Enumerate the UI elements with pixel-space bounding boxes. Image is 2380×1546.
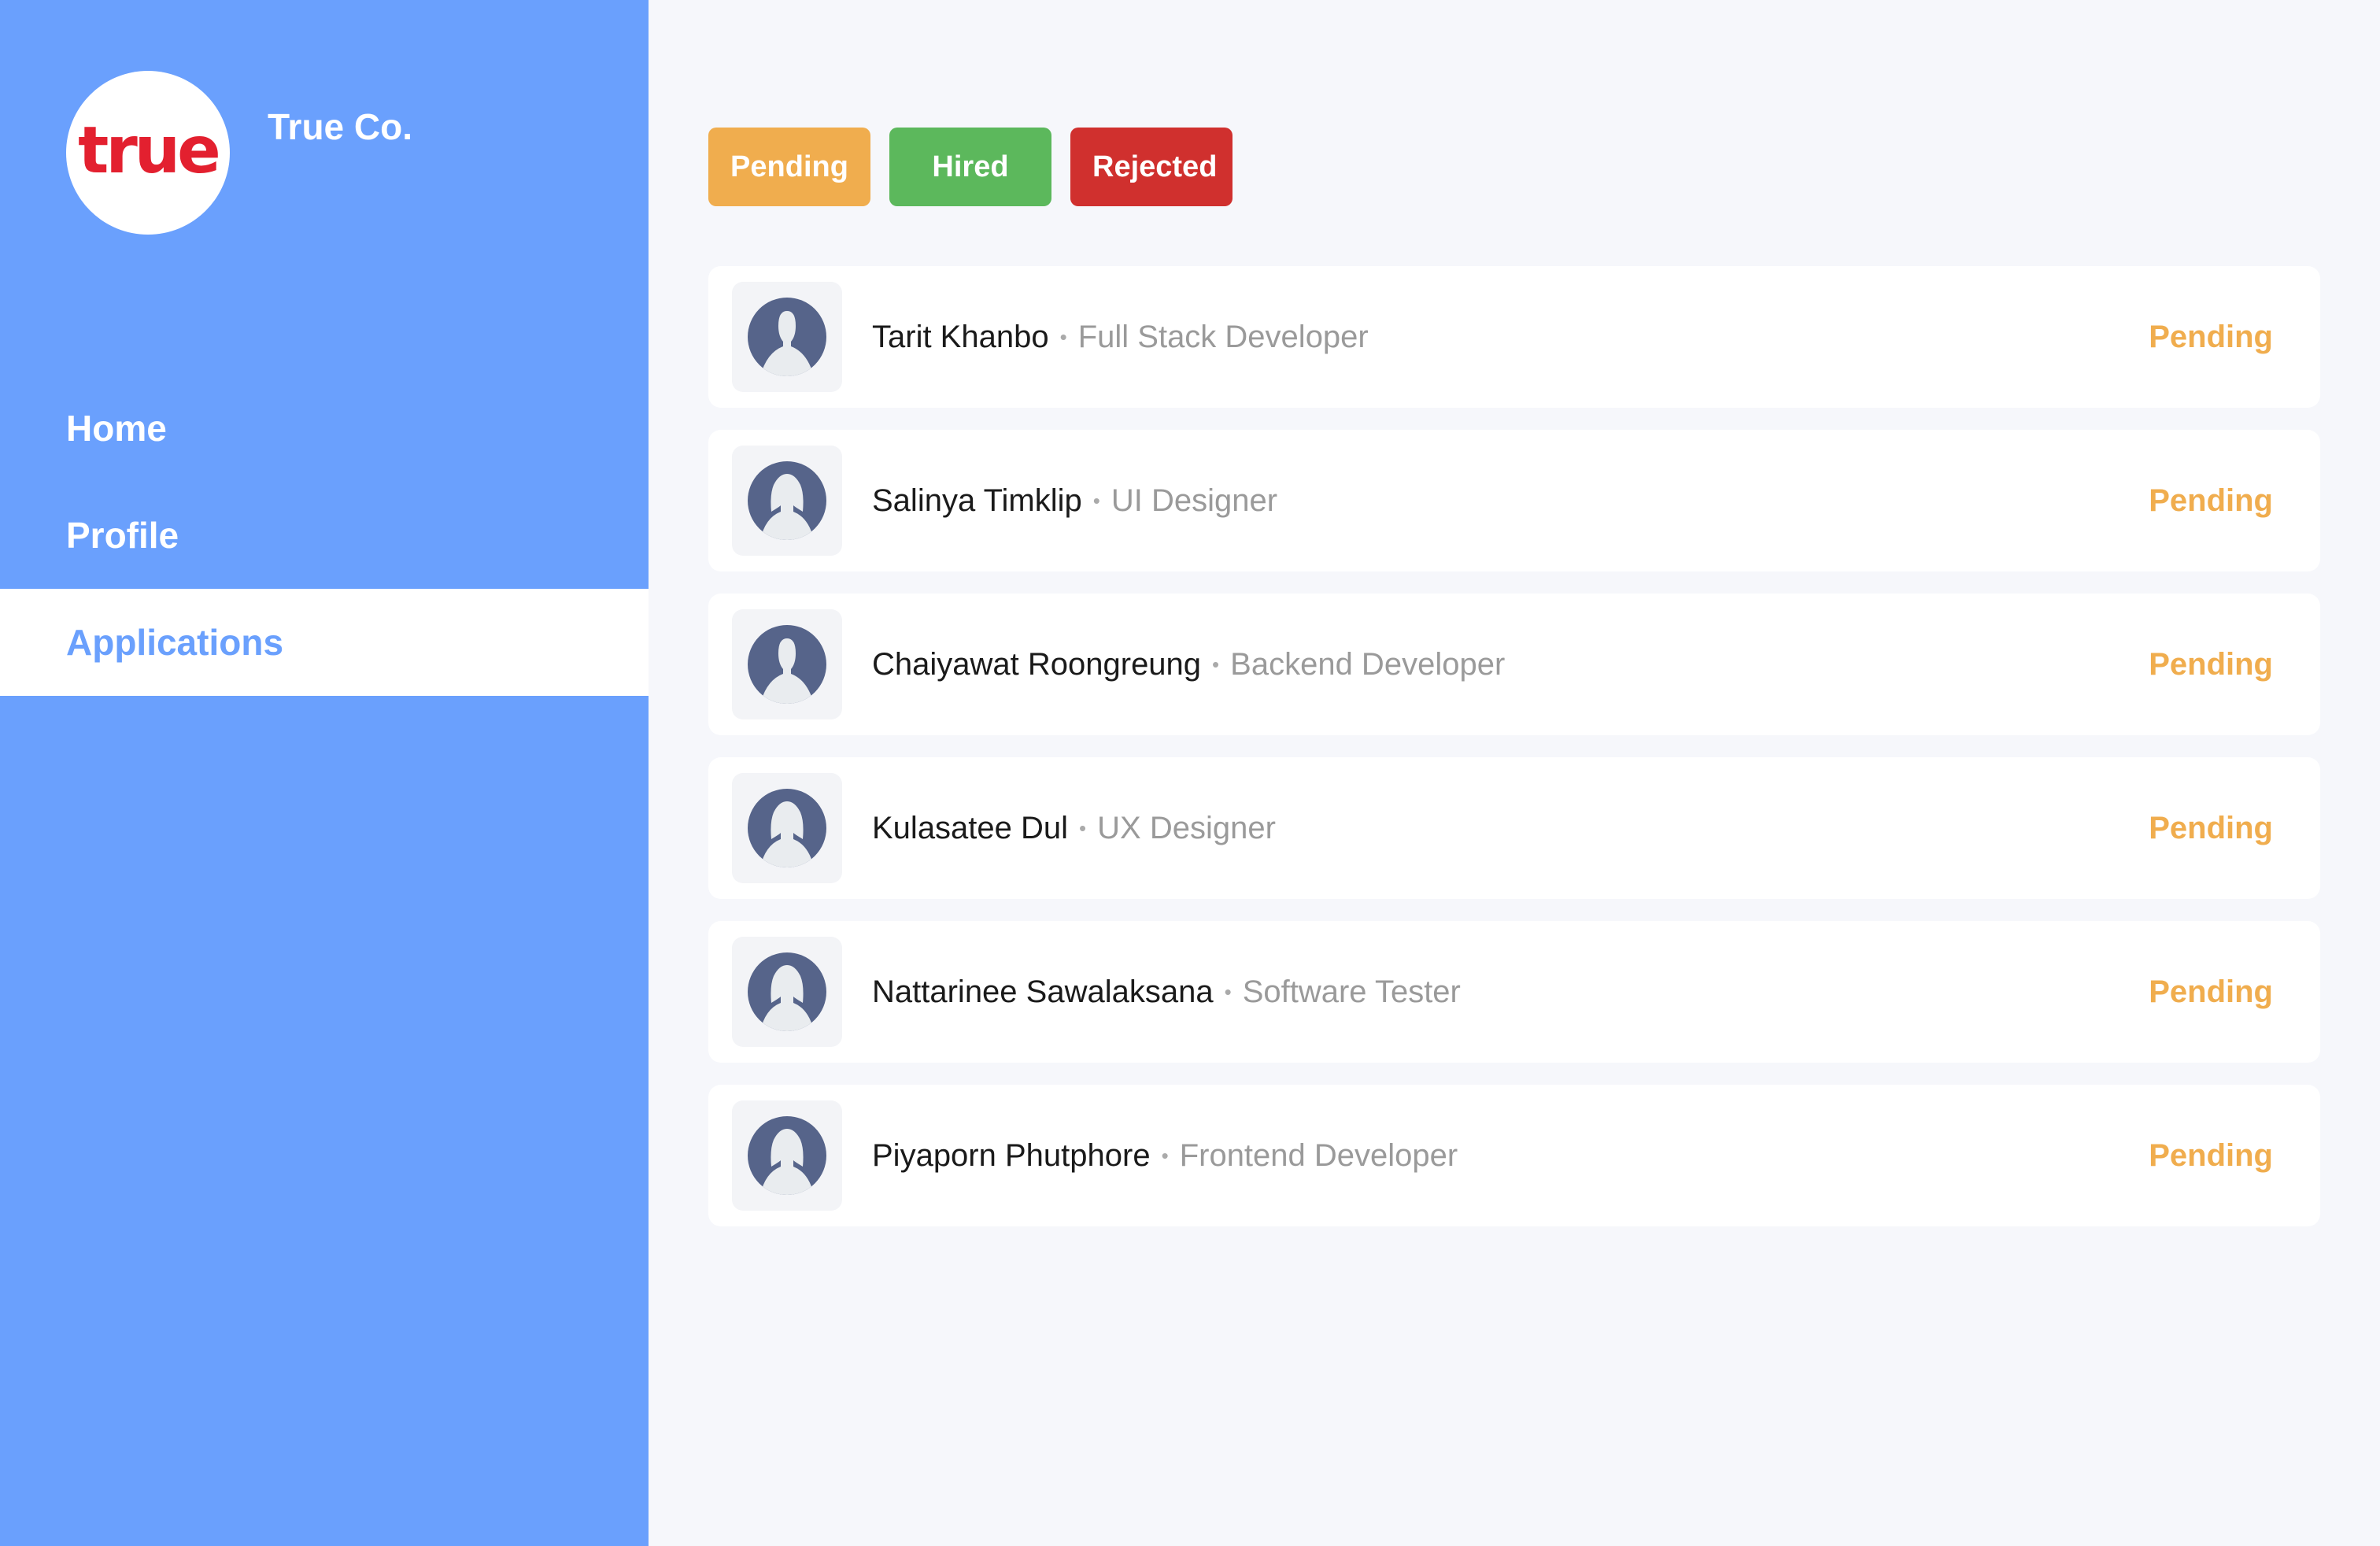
applicant-info: Chaiyawat Roongreung • Backend Developer [872,647,1505,682]
nav-item-home[interactable]: Home [0,375,649,482]
applications-list: Tarit Khanbo • Full Stack Developer Pend… [708,266,2320,1248]
company-name: True Co. [268,106,413,147]
main-content: Pending Hired Rejected Tarit Khanbo • Fu… [649,0,2380,1546]
sidebar: true True Co. Home Profile Applications [0,0,649,1546]
applicant-name: Chaiyawat Roongreung [872,646,1202,682]
avatar [732,282,842,392]
separator-dot: • [1161,1143,1169,1167]
status-label: Pending [2149,483,2273,518]
female-avatar-icon [748,461,826,540]
avatar [732,773,842,883]
application-row[interactable]: Nattarinee Sawalaksana • Software Tester… [708,921,2320,1063]
female-avatar-icon [748,789,826,867]
application-row[interactable]: Tarit Khanbo • Full Stack Developer Pend… [708,266,2320,408]
female-avatar-icon [748,952,826,1031]
applicant-role: Frontend Developer [1179,1137,1458,1173]
brand: true True Co. [66,71,412,235]
filter-hired-button[interactable]: Hired [889,128,1051,206]
filter-pending-button[interactable]: Pending [708,128,870,206]
application-row[interactable]: Piyaporn Phutphore • Frontend Developer … [708,1085,2320,1226]
nav-item-profile[interactable]: Profile [0,482,649,589]
application-row[interactable]: Chaiyawat Roongreung • Backend Developer… [708,594,2320,735]
applicant-info: Piyaporn Phutphore • Frontend Developer [872,1138,1458,1174]
separator-dot: • [1079,816,1087,840]
avatar [732,1100,842,1211]
application-row[interactable]: Salinya Timklip • UI Designer Pending [708,430,2320,571]
applicant-role: UI Designer [1111,483,1278,518]
status-label: Pending [2149,974,2273,1009]
applicant-name: Salinya Timklip [872,483,1082,518]
applicant-role: Software Tester [1242,974,1461,1009]
status-filters: Pending Hired Rejected [708,128,1232,206]
male-avatar-icon [748,625,826,704]
nav-item-applications[interactable]: Applications [0,589,649,696]
applicant-info: Tarit Khanbo • Full Stack Developer [872,320,1369,355]
avatar [732,609,842,719]
female-avatar-icon [748,1116,826,1195]
applicant-role: UX Designer [1097,810,1276,845]
applicant-info: Nattarinee Sawalaksana • Software Tester [872,975,1461,1010]
applicant-name: Tarit Khanbo [872,319,1049,354]
filter-rejected-button[interactable]: Rejected [1070,128,1232,206]
applicant-name: Kulasatee Dul [872,810,1069,845]
avatar [732,937,842,1047]
logo-wordmark: true [78,113,221,188]
applicant-name: Piyaporn Phutphore [872,1137,1151,1173]
status-label: Pending [2149,810,2273,845]
app: true True Co. Home Profile Applications … [0,0,2380,1546]
application-row[interactable]: Kulasatee Dul • UX Designer Pending [708,757,2320,899]
separator-dot: • [1059,324,1067,349]
applicant-info: Salinya Timklip • UI Designer [872,483,1277,519]
applicant-role: Full Stack Developer [1077,319,1369,354]
avatar [732,446,842,556]
separator-dot: • [1224,979,1232,1004]
status-label: Pending [2149,1137,2273,1173]
applicant-name: Nattarinee Sawalaksana [872,974,1214,1009]
applicant-info: Kulasatee Dul • UX Designer [872,811,1276,846]
male-avatar-icon [748,298,826,376]
status-label: Pending [2149,319,2273,354]
sidebar-nav: Home Profile Applications [0,375,649,696]
separator-dot: • [1092,488,1100,512]
status-label: Pending [2149,646,2273,682]
applicant-role: Backend Developer [1230,646,1506,682]
company-logo: true [66,71,230,235]
separator-dot: • [1212,652,1220,676]
